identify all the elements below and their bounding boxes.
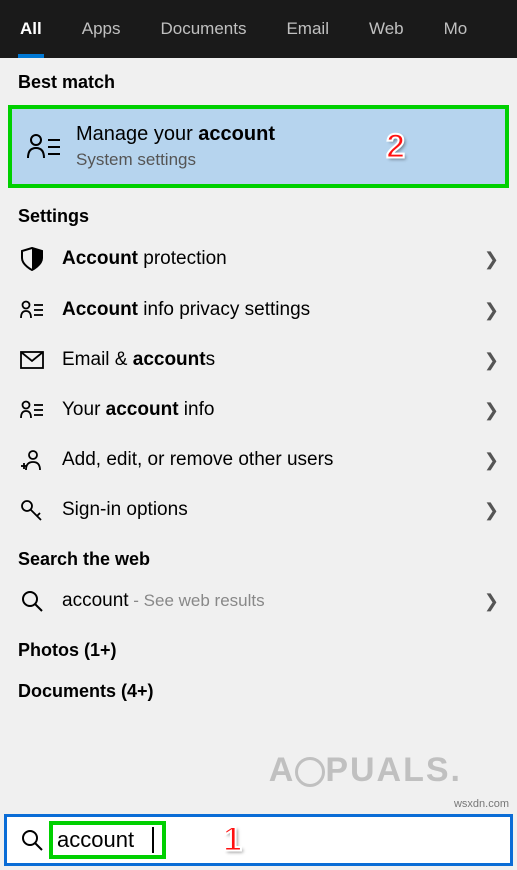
chevron-right-icon: ❯ xyxy=(484,350,499,371)
tab-email[interactable]: Email xyxy=(266,0,349,58)
tab-more[interactable]: Mo xyxy=(424,0,488,58)
text-cursor xyxy=(152,827,154,853)
search-input[interactable] xyxy=(57,827,152,853)
result-label: Account info privacy settings xyxy=(62,299,484,321)
person-list-icon xyxy=(18,400,46,420)
best-match-title: Manage your account xyxy=(76,123,275,146)
chevron-right-icon: ❯ xyxy=(484,450,499,471)
person-list-icon xyxy=(26,132,62,162)
source-watermark: wsxdn.com xyxy=(454,798,509,810)
chevron-right-icon: ❯ xyxy=(484,249,499,270)
chevron-right-icon: ❯ xyxy=(484,400,499,421)
category-tabs: All Apps Documents Email Web Mo xyxy=(0,0,517,58)
section-best-match: Best match xyxy=(0,58,517,99)
result-label: account - See web results xyxy=(62,590,484,612)
result-label: Sign-in options xyxy=(62,499,484,521)
result-account-info-privacy[interactable]: Account info privacy settings ❯ xyxy=(0,285,517,335)
tab-all[interactable]: All xyxy=(0,0,62,58)
search-icon xyxy=(21,829,43,851)
section-documents: Documents (4+) xyxy=(0,667,517,708)
result-label: Your account info xyxy=(62,399,484,421)
result-label: Email & accounts xyxy=(62,349,484,371)
chevron-right-icon: ❯ xyxy=(484,300,499,321)
section-search-web: Search the web xyxy=(0,535,517,576)
result-account-protection[interactable]: Account protection ❯ xyxy=(0,233,517,285)
chevron-right-icon: ❯ xyxy=(484,500,499,521)
settings-results: Account protection ❯ Account info privac… xyxy=(0,233,517,535)
section-settings: Settings xyxy=(0,192,517,233)
key-icon xyxy=(18,499,46,521)
best-match-subtitle: System settings xyxy=(76,150,275,170)
watermark: APUALS. xyxy=(269,751,462,790)
web-result-account[interactable]: account - See web results ❯ xyxy=(0,576,517,626)
person-list-icon xyxy=(18,300,46,320)
result-email-accounts[interactable]: Email & accounts ❯ xyxy=(0,335,517,385)
tab-web[interactable]: Web xyxy=(349,0,424,58)
result-label: Account protection xyxy=(62,248,484,270)
shield-icon xyxy=(18,247,46,271)
result-other-users[interactable]: Add, edit, or remove other users ❯ xyxy=(0,435,517,485)
tab-apps[interactable]: Apps xyxy=(62,0,141,58)
section-photos: Photos (1+) xyxy=(0,626,517,667)
tab-documents[interactable]: Documents xyxy=(140,0,266,58)
mail-icon xyxy=(18,351,46,369)
result-label: Add, edit, or remove other users xyxy=(62,449,484,471)
person-plus-icon xyxy=(18,449,46,471)
chevron-right-icon: ❯ xyxy=(484,591,499,612)
best-match-result[interactable]: Manage your account System settings 2 xyxy=(8,105,509,188)
result-signin-options[interactable]: Sign-in options ❯ xyxy=(0,485,517,535)
result-your-account-info[interactable]: Your account info ❯ xyxy=(0,385,517,435)
callout-1: 1 xyxy=(223,821,242,860)
search-box[interactable]: 1 xyxy=(4,814,513,866)
search-icon xyxy=(18,590,46,612)
callout-2: 2 xyxy=(386,127,405,166)
